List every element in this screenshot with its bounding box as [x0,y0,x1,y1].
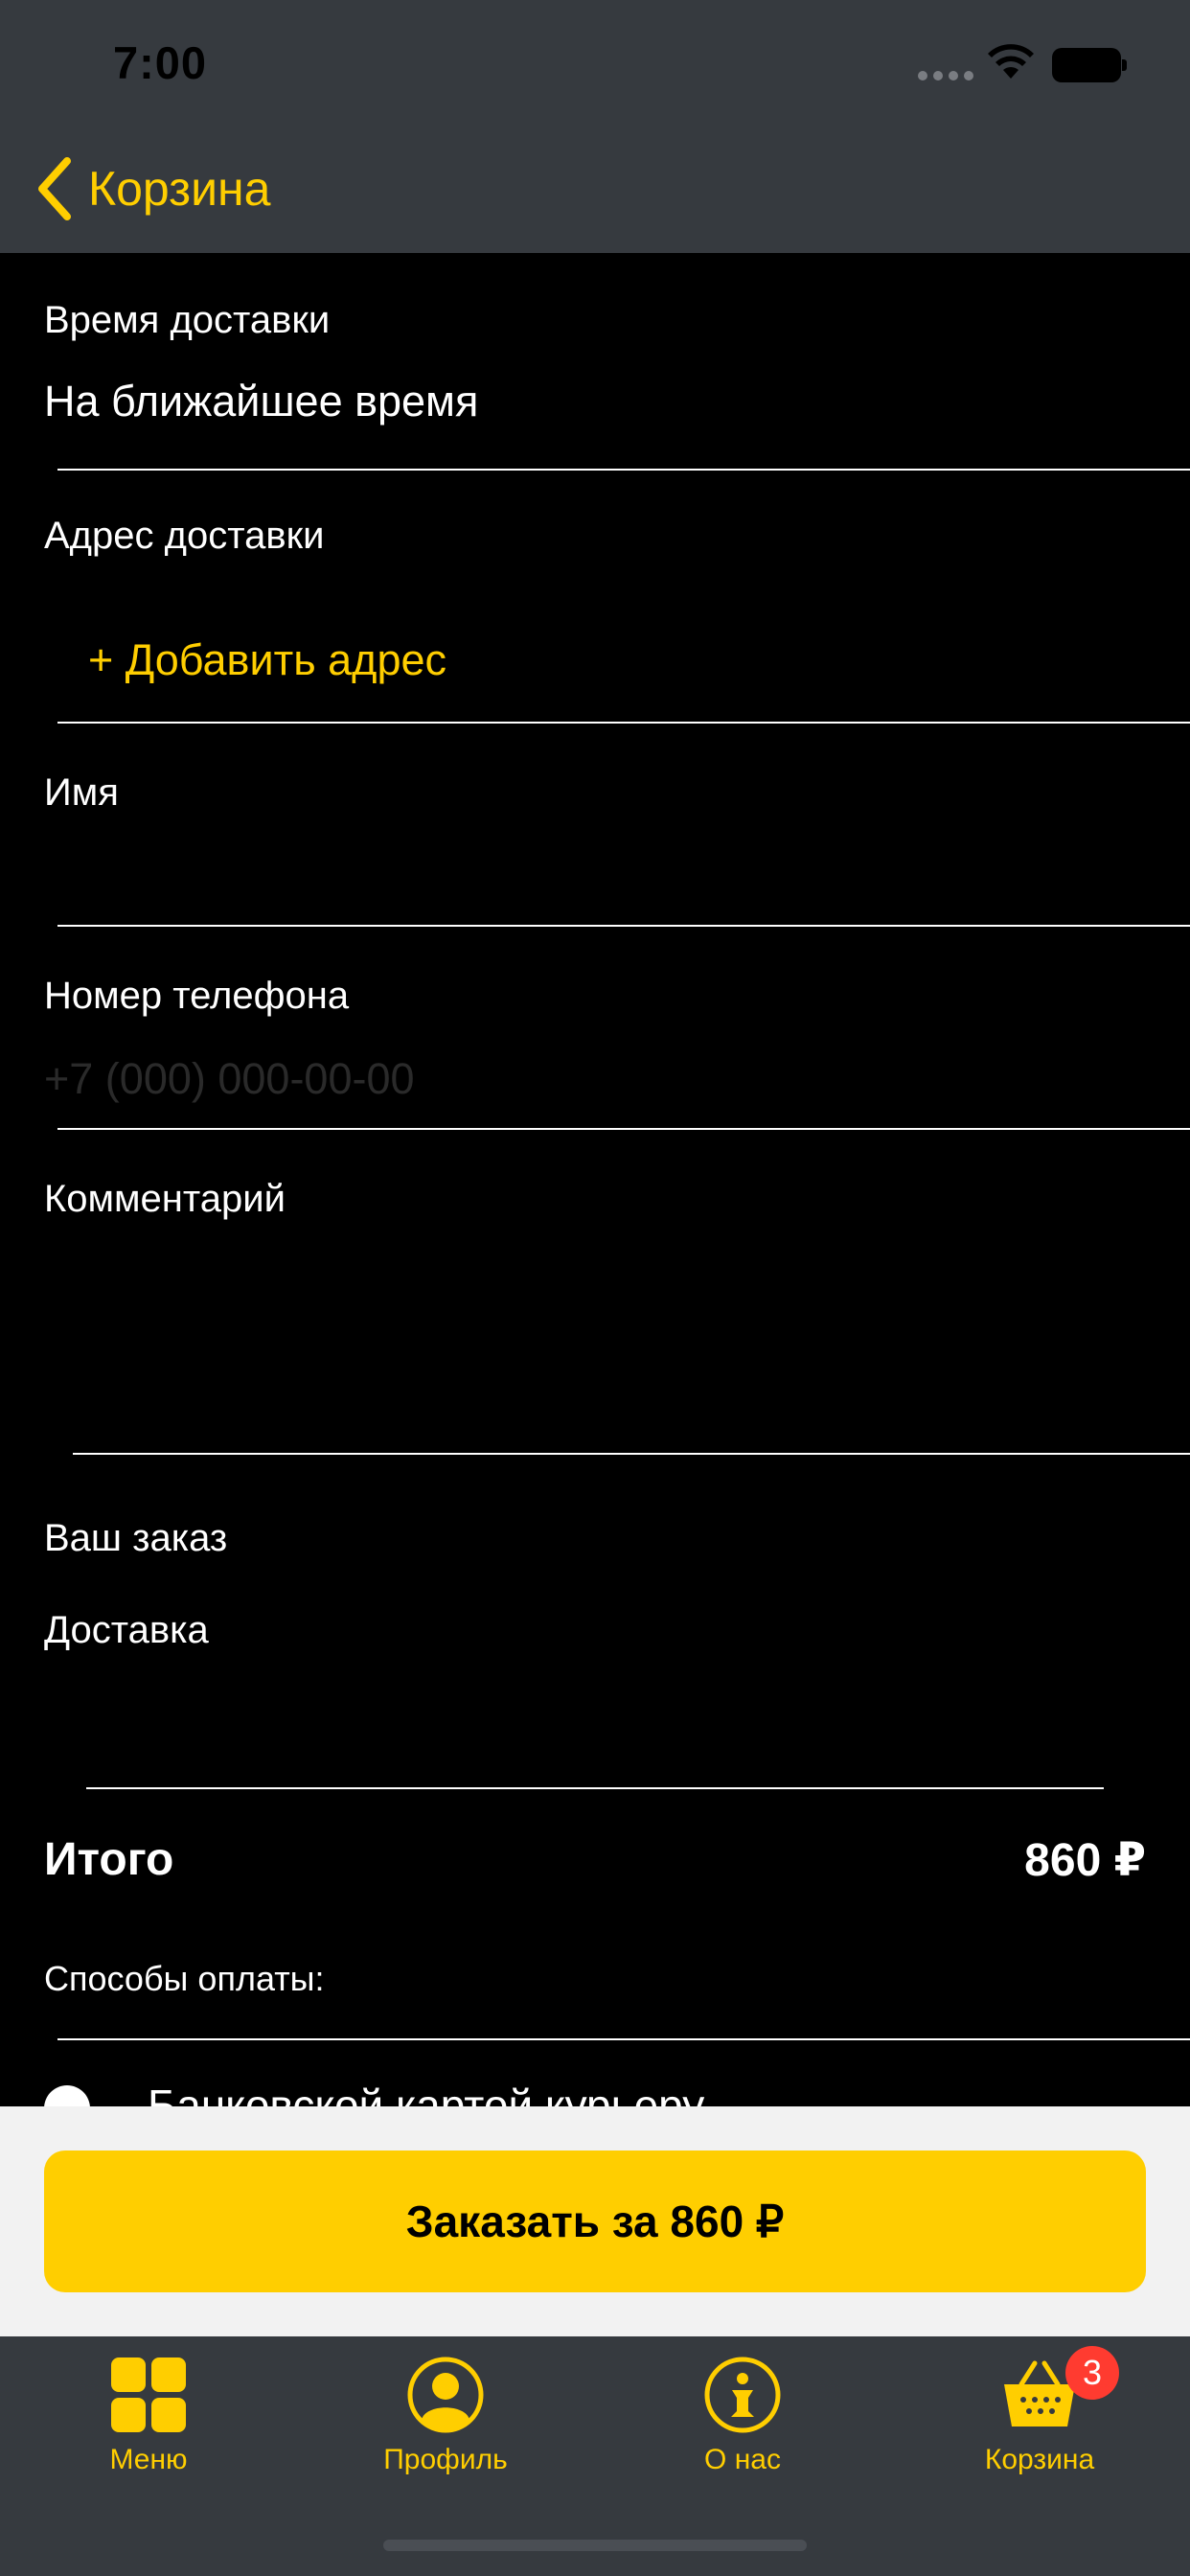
delivery-time-select[interactable]: На ближайшее время [44,377,478,426]
battery-icon [1052,48,1127,82]
tab-profile[interactable]: Профиль [331,2356,561,2499]
grid-icon [111,2358,186,2432]
radio-button[interactable] [44,2085,90,2108]
phone-label: Номер телефона [44,975,350,1017]
name-field[interactable] [44,843,1146,897]
status-time: 7:00 [113,37,208,88]
your-order-label: Ваш заказ [44,1517,228,1559]
total-label: Итого [44,1834,174,1885]
divider [57,2038,1190,2040]
divider [73,1453,1190,1455]
divider [57,925,1190,927]
tab-about[interactable]: О нас [628,2356,858,2499]
order-button[interactable]: Заказать за 860 ₽ [44,2150,1146,2292]
tab-menu[interactable]: Меню [34,2356,263,2499]
tab-label: О нас [704,2444,781,2475]
total-value: 860 ₽ [1024,1835,1146,1886]
add-address-button[interactable]: + Добавить адрес [88,635,446,685]
tab-cart[interactable]: Корзина [925,2356,1155,2499]
tab-label: Меню [109,2444,188,2475]
info-icon [704,2357,781,2433]
phone-field[interactable]: +7 (000) 000-00-00 [44,1054,415,1104]
delivery-time-label: Время доставки [44,299,331,341]
tab-label: Корзина [984,2444,1095,2475]
delivery-label: Доставка [44,1609,209,1651]
home-indicator [383,2540,807,2551]
profile-icon [407,2357,484,2433]
divider [57,469,1190,471]
back-button[interactable]: Корзина [34,155,270,222]
comment-field[interactable] [44,1246,1146,1438]
payment-option[interactable]: Банковской картой курьеру [44,2080,1146,2108]
wifi-icon [988,44,1034,79]
divider [86,1787,1104,1789]
tab-label: Профиль [383,2444,508,2475]
back-label: Корзина [88,162,271,216]
name-label: Имя [44,771,119,814]
order-bar: Заказать за 860 ₽ [0,2106,1190,2336]
address-label: Адрес доставки [44,515,325,557]
payment-methods-label: Способы оплаты: [44,1959,325,1998]
tab-bar: Меню Профиль О нас Корзина [0,2336,1190,2576]
payment-option-label: Банковской картой курьеру [148,2081,705,2108]
divider [57,722,1190,724]
cellular-signal-icon [918,71,973,80]
comment-label: Комментарий [44,1178,286,1220]
divider [57,1128,1190,1130]
top-bar: 7:00 Корзина [0,0,1190,253]
cart-count-badge: 3 [1065,2346,1119,2400]
chevron-left-icon [38,157,71,220]
